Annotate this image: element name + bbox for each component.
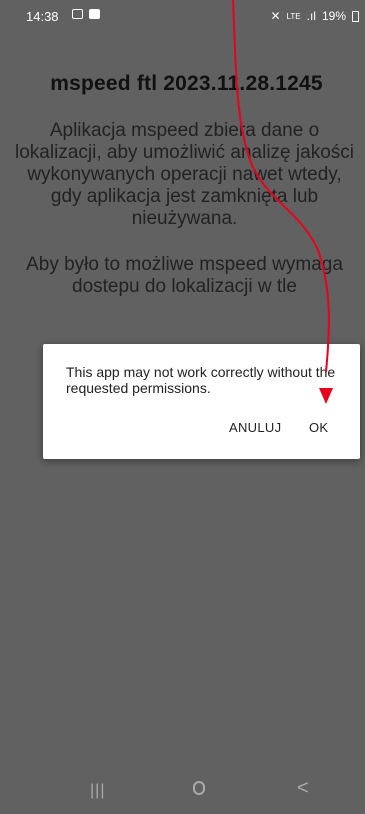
back-button[interactable]: < — [297, 777, 309, 800]
signal-icon: .ıl — [306, 9, 316, 23]
notification-icons — [72, 9, 100, 19]
home-button[interactable] — [193, 781, 205, 795]
status-bar: 14:38 ✕ LTE .ıl 19% — [0, 0, 365, 28]
cancel-button[interactable]: ANULUJ — [229, 420, 281, 435]
battery-percent: 19% — [321, 9, 346, 23]
info-paragraph-1: Aplikacja mspeed zbiera dane o lokalizac… — [15, 120, 354, 229]
mute-icon: ✕ — [270, 9, 281, 23]
lte-label: LTE — [286, 11, 301, 21]
navigation-bar: ||| < — [0, 766, 365, 814]
battery-icon — [352, 10, 359, 22]
app-content: mspeed ftl 2023.11.28.1245 Aplikacja msp… — [0, 60, 365, 298]
gallery-notification-icon — [72, 9, 83, 19]
check-notification-icon — [89, 9, 100, 19]
status-time: 14:38 — [26, 9, 59, 24]
dialog-message: This app may not work correctly without … — [66, 364, 336, 396]
permission-dialog: This app may not work correctly without … — [43, 344, 360, 459]
app-title: mspeed ftl 2023.11.28.1245 — [50, 72, 323, 95]
status-right-icons: ✕ LTE .ıl 19% — [270, 9, 359, 23]
recent-apps-button[interactable]: ||| — [90, 782, 105, 800]
ok-button[interactable]: OK — [309, 420, 328, 435]
info-paragraph-2: Aby było to możliwe mspeed wymaga dostep… — [26, 254, 343, 297]
